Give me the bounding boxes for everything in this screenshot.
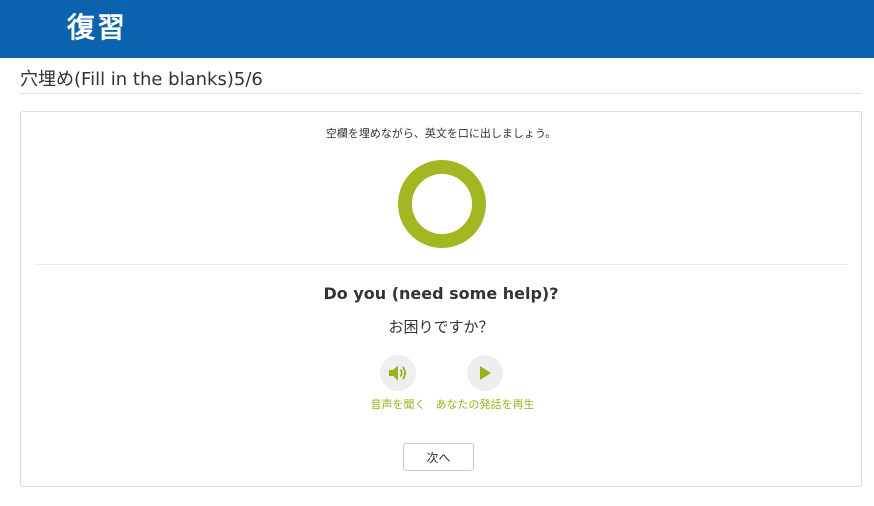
section-title: 穴埋め(Fill in the blanks)5/6 xyxy=(20,69,263,90)
instruction-text: 空欄を埋めながら、英文を口に出しましょう。 xyxy=(325,127,557,140)
progress-ring xyxy=(398,160,486,248)
page-header-title: 復習 xyxy=(67,11,128,44)
section-divider xyxy=(20,93,862,94)
progress-ring-arc xyxy=(398,160,486,248)
play-recording-label: あなたの発話を再生 xyxy=(435,398,535,411)
listen-audio-circle[interactable] xyxy=(380,355,416,391)
play-icon xyxy=(480,366,491,380)
next-button[interactable]: 次へ xyxy=(403,443,474,471)
speaker-icon xyxy=(389,365,406,381)
listen-audio-label: 音声を聞く xyxy=(370,398,426,411)
question-text: Do you (need some help)? xyxy=(323,284,559,303)
exercise-card: 空欄を埋めながら、英文を口に出しましょう。 Do you (need some … xyxy=(20,111,862,487)
listen-audio-button[interactable]: 音声を聞く xyxy=(348,355,448,412)
play-recording-button[interactable]: あなたの発話を再生 xyxy=(435,355,535,412)
translation-text: お困りですか？ xyxy=(388,318,494,336)
card-divider xyxy=(34,264,848,265)
play-recording-circle[interactable] xyxy=(467,355,503,391)
app-header: 復習 xyxy=(0,0,874,58)
